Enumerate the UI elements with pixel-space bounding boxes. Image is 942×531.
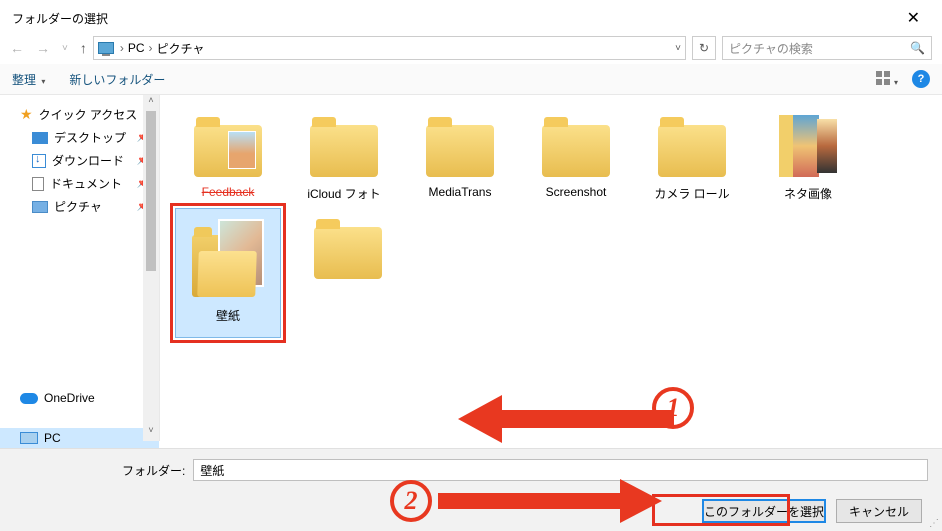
- folder-selected[interactable]: 壁紙: [175, 208, 281, 338]
- pictures-icon: [32, 201, 48, 213]
- folder-icloud[interactable]: iCloud フォト: [286, 109, 402, 208]
- search-icon: 🔍: [910, 41, 925, 55]
- folder-feedback[interactable]: Feedback: [170, 109, 286, 208]
- annotation-number-1: 1: [652, 387, 694, 429]
- folder-cameraroll[interactable]: カメラ ロール: [634, 109, 750, 208]
- chevron-down-icon: ▾: [41, 77, 45, 86]
- dialog-title: フォルダーの選択: [12, 10, 108, 27]
- forward-button[interactable]: →: [36, 40, 50, 56]
- search-placeholder: ピクチャの検索: [729, 40, 910, 57]
- sidebar: ★ クイック アクセス デスクトップ 📌 ダウンロード 📌 ドキュメント 📌 ピ…: [0, 95, 160, 441]
- cancel-button[interactable]: キャンセル: [836, 499, 922, 523]
- breadcrumb-pictures[interactable]: ピクチャ: [157, 40, 205, 57]
- resize-grip-icon[interactable]: ⋰: [929, 518, 938, 529]
- chevron-down-icon: ▾: [894, 78, 898, 87]
- refresh-button[interactable]: ↻: [692, 36, 716, 60]
- up-button[interactable]: ↑: [80, 40, 87, 56]
- annotation-number-2: 2: [390, 480, 432, 522]
- search-input[interactable]: ピクチャの検索 🔍: [722, 36, 932, 60]
- help-button[interactable]: ?: [912, 70, 930, 88]
- document-icon: [32, 177, 44, 191]
- star-icon: ★: [20, 106, 33, 123]
- address-dropdown-icon[interactable]: ˅: [675, 43, 681, 54]
- pc-icon: [98, 42, 114, 54]
- sidebar-onedrive[interactable]: OneDrive: [0, 388, 159, 408]
- desktop-icon: [32, 132, 48, 144]
- breadcrumb-pc[interactable]: PC: [128, 41, 145, 55]
- folder-mediatrans[interactable]: MediaTrans: [402, 109, 518, 208]
- pc-icon: [20, 432, 38, 444]
- chevron-right-icon: ›: [120, 41, 124, 55]
- organize-button[interactable]: 整理 ▾: [12, 71, 45, 88]
- sidebar-downloads[interactable]: ダウンロード 📌: [0, 149, 159, 172]
- scroll-down-icon[interactable]: ˅: [143, 425, 159, 441]
- folder-screenshot[interactable]: Screenshot: [518, 109, 634, 208]
- folder-content: Feedback iCloud フォト MediaTrans Screensho…: [160, 95, 942, 441]
- annotation-2: 2: [390, 479, 662, 523]
- sidebar-quickaccess[interactable]: ★ クイック アクセス: [0, 103, 159, 126]
- annotation-arrow-1: [458, 395, 674, 443]
- close-button[interactable]: ✕: [897, 8, 930, 28]
- folder-neta[interactable]: ネタ画像: [750, 109, 866, 208]
- annotation-box-2: [652, 494, 790, 526]
- recent-dropdown[interactable]: ˅: [62, 43, 68, 54]
- chevron-right-icon: ›: [149, 41, 153, 55]
- new-folder-button[interactable]: 新しいフォルダー: [69, 71, 165, 88]
- sidebar-scrollbar[interactable]: ˄ ˅: [143, 95, 159, 441]
- scroll-thumb[interactable]: [146, 111, 156, 271]
- annotation-arrow-2: [438, 479, 662, 523]
- download-icon: [32, 154, 46, 168]
- back-button[interactable]: ←: [10, 40, 24, 56]
- folder-hidden[interactable]: [290, 211, 406, 289]
- sidebar-pc[interactable]: PC: [0, 428, 159, 448]
- sidebar-documents[interactable]: ドキュメント 📌: [0, 172, 159, 195]
- view-button[interactable]: ▾: [876, 71, 898, 88]
- folder-icon: [192, 217, 264, 297]
- sidebar-pictures[interactable]: ピクチャ 📌: [0, 195, 159, 218]
- sidebar-desktop[interactable]: デスクトップ 📌: [0, 126, 159, 149]
- address-bar[interactable]: › PC › ピクチャ ˅: [93, 36, 686, 60]
- scroll-up-icon[interactable]: ˄: [143, 95, 159, 111]
- thumbnails-icon: [876, 71, 892, 85]
- folder-field-label: フォルダー:: [122, 462, 185, 479]
- folder-name-input[interactable]: [193, 459, 928, 481]
- cloud-icon: [20, 393, 38, 404]
